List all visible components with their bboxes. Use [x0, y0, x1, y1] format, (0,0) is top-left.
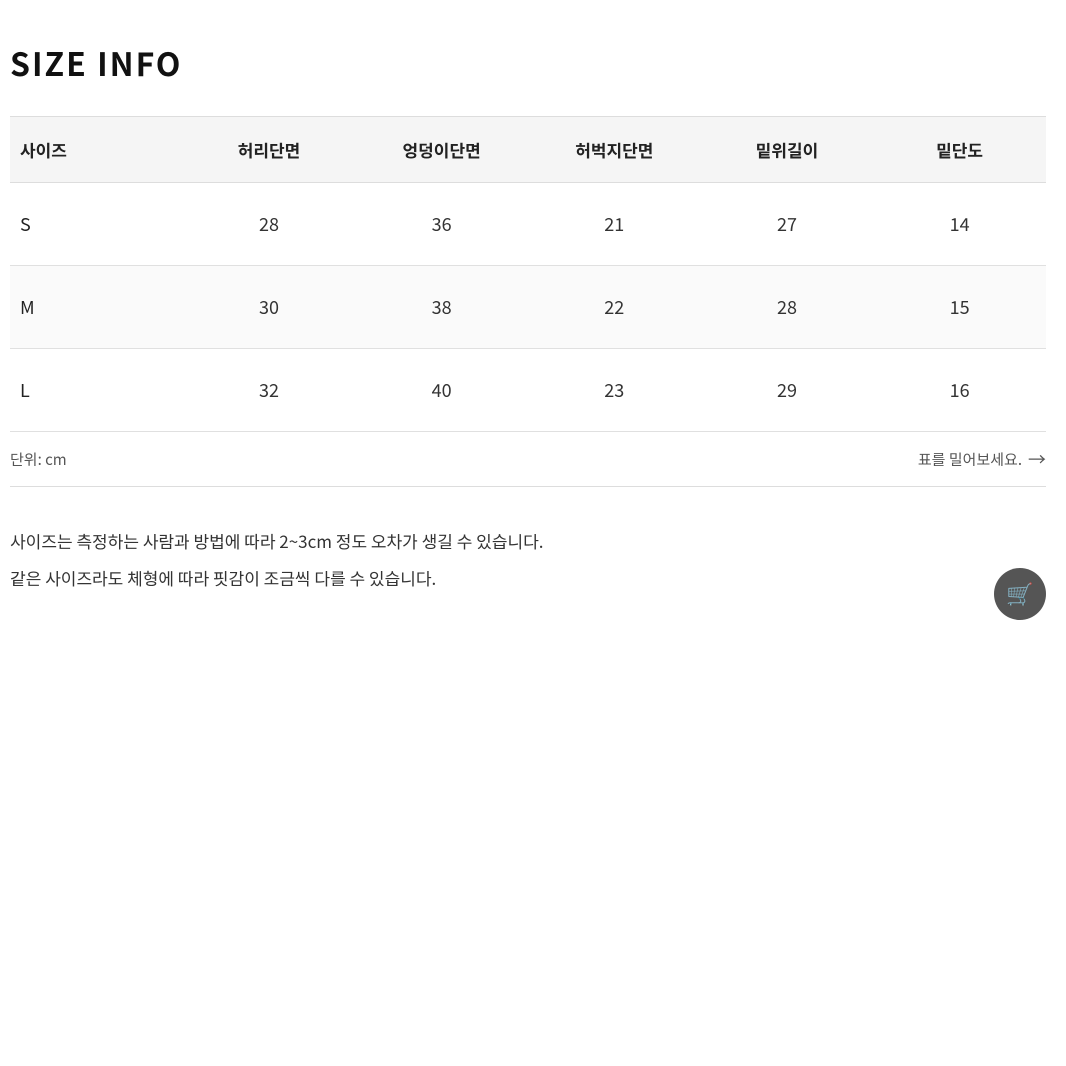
section-title: SIZE INFO	[10, 40, 1046, 86]
notes-section: 사이즈는 측정하는 사람과 방법에 따라 2~3cm 정도 오차가 생길 수 있…	[10, 517, 1046, 620]
arrow-right-icon: →	[1028, 446, 1046, 472]
note-1: 사이즈는 측정하는 사람과 방법에 따라 2~3cm 정도 오차가 생길 수 있…	[10, 527, 1046, 556]
scroll-hint: 표를 밀어보세요. →	[918, 446, 1046, 472]
size-table: 사이즈 허리단면 엉덩이단면 허벅지단면 밑위길이 밑단도 S283621271…	[10, 116, 1046, 432]
note-2-container: 같은 사이즈라도 체형에 따라 핏감이 조금씩 다를 수 있습니다. 🛒	[10, 564, 1046, 620]
cell-row2-col0: L	[10, 349, 183, 432]
col-header-size: 사이즈	[10, 117, 183, 183]
cell-row0-col5: 14	[873, 183, 1046, 266]
note-2: 같은 사이즈라도 체형에 따라 핏감이 조금씩 다를 수 있습니다.	[10, 564, 436, 593]
cell-row2-col4: 29	[701, 349, 874, 432]
cart-icon: 🛒	[1006, 575, 1033, 612]
table-header-row: 사이즈 허리단면 엉덩이단면 허벅지단면 밑위길이 밑단도	[10, 117, 1046, 183]
main-container: SIZE INFO 사이즈 허리단면 엉덩이단면 허벅지단면 밑위길이 밑단도 …	[0, 0, 1066, 660]
unit-label: 단위: cm	[10, 449, 67, 470]
scroll-hint-text: 표를 밀어보세요.	[918, 449, 1022, 470]
col-header-thigh: 허벅지단면	[528, 117, 701, 183]
cell-row2-col5: 16	[873, 349, 1046, 432]
table-row: L3240232916	[10, 349, 1046, 432]
cell-row1-col5: 15	[873, 266, 1046, 349]
cell-row2-col2: 40	[355, 349, 528, 432]
table-row: S2836212714	[10, 183, 1046, 266]
cell-row1-col3: 22	[528, 266, 701, 349]
col-header-hip: 엉덩이단면	[355, 117, 528, 183]
cell-row0-col0: S	[10, 183, 183, 266]
cell-row1-col0: M	[10, 266, 183, 349]
col-header-rise: 밑위길이	[701, 117, 874, 183]
cell-row2-col1: 32	[183, 349, 356, 432]
col-header-waist: 허리단면	[183, 117, 356, 183]
col-header-hem: 밑단도	[873, 117, 1046, 183]
cell-row0-col4: 27	[701, 183, 874, 266]
cell-row0-col1: 28	[183, 183, 356, 266]
cell-row1-col1: 30	[183, 266, 356, 349]
cell-row0-col3: 21	[528, 183, 701, 266]
table-row: M3038222815	[10, 266, 1046, 349]
cell-row0-col2: 36	[355, 183, 528, 266]
size-table-wrapper: 사이즈 허리단면 엉덩이단면 허벅지단면 밑위길이 밑단도 S283621271…	[10, 116, 1046, 432]
cell-row1-col4: 28	[701, 266, 874, 349]
table-footer: 단위: cm 표를 밀어보세요. →	[10, 432, 1046, 487]
cart-button[interactable]: 🛒	[994, 568, 1046, 620]
cell-row2-col3: 23	[528, 349, 701, 432]
cell-row1-col2: 38	[355, 266, 528, 349]
